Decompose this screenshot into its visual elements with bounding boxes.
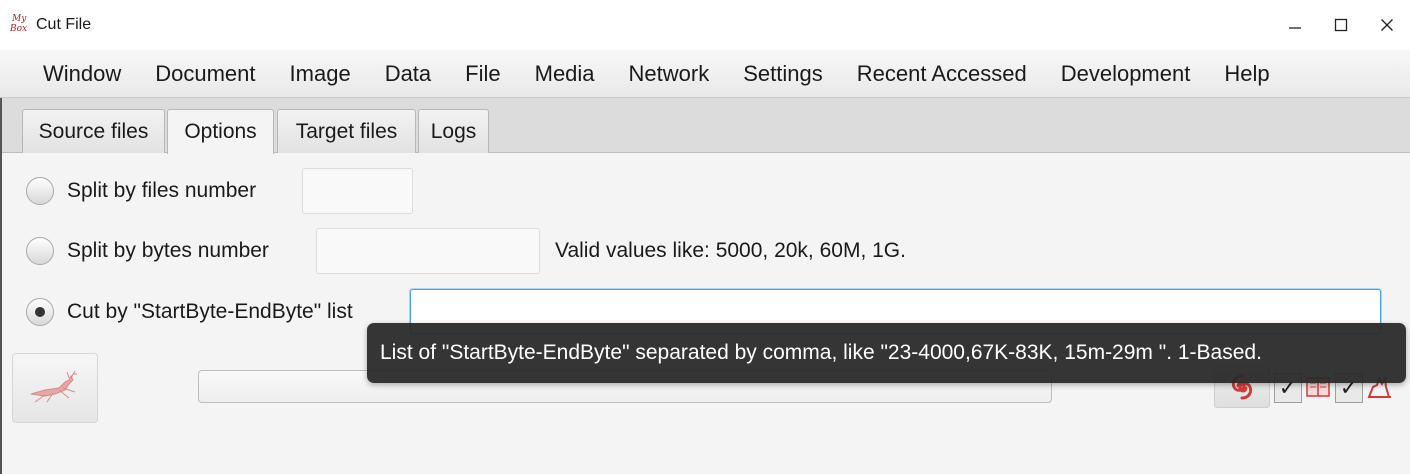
running-deer-icon xyxy=(30,370,77,403)
menu-data[interactable]: Data xyxy=(368,61,448,87)
app-logo-top: My xyxy=(12,14,27,24)
files-number-input[interactable] xyxy=(303,169,412,213)
window-title: Cut File xyxy=(36,16,92,33)
maximize-button[interactable] xyxy=(1318,0,1364,50)
minimize-button[interactable] xyxy=(1272,0,1318,50)
title-bar: My Box Cut File xyxy=(0,0,1410,50)
menu-file[interactable]: File xyxy=(448,61,517,87)
menu-settings[interactable]: Settings xyxy=(726,61,840,87)
start-button[interactable] xyxy=(12,353,98,423)
app-logo-bottom: Box xyxy=(10,24,28,34)
menu-development[interactable]: Development xyxy=(1044,61,1208,87)
split-bytes-label: Split by bytes number xyxy=(67,239,269,262)
bytes-number-input[interactable] xyxy=(317,229,539,273)
tab-bar: Source files Options Target files Logs xyxy=(0,98,1410,154)
cut-list-label: Cut by "StartByte-EndByte" list xyxy=(67,300,353,323)
menu-window[interactable]: Window xyxy=(26,61,138,87)
tab-options[interactable]: Options xyxy=(167,109,274,154)
app-logo: My Box xyxy=(10,13,34,37)
menu-bar: Window Document Image Data File Media Ne… xyxy=(0,50,1410,98)
close-button[interactable] xyxy=(1364,0,1410,50)
tab-source-files[interactable]: Source files xyxy=(22,109,165,153)
menu-media[interactable]: Media xyxy=(518,61,612,87)
cut-list-radio[interactable] xyxy=(26,298,54,326)
split-files-label: Split by files number xyxy=(67,179,257,202)
menu-recent-accessed[interactable]: Recent Accessed xyxy=(840,61,1044,87)
close-icon xyxy=(1381,19,1393,31)
files-number-field[interactable] xyxy=(302,168,413,214)
split-bytes-radio[interactable] xyxy=(26,237,54,265)
window-edge xyxy=(0,98,2,474)
split-files-radio[interactable] xyxy=(26,177,54,205)
maximize-icon xyxy=(1334,18,1348,32)
bytes-number-field[interactable] xyxy=(316,228,540,274)
menu-network[interactable]: Network xyxy=(612,61,727,87)
bytes-hint: Valid values like: 5000, 20k, 60M, 1G. xyxy=(555,239,906,262)
tooltip: List of "StartByte-EndByte" separated by… xyxy=(367,323,1406,383)
menu-image[interactable]: Image xyxy=(273,61,368,87)
menu-help[interactable]: Help xyxy=(1207,61,1286,87)
tab-target-files[interactable]: Target files xyxy=(277,109,416,153)
tab-logs[interactable]: Logs xyxy=(418,109,489,153)
radio-selected-dot xyxy=(35,307,45,317)
minimize-icon xyxy=(1289,27,1301,29)
menu-document[interactable]: Document xyxy=(138,61,272,87)
